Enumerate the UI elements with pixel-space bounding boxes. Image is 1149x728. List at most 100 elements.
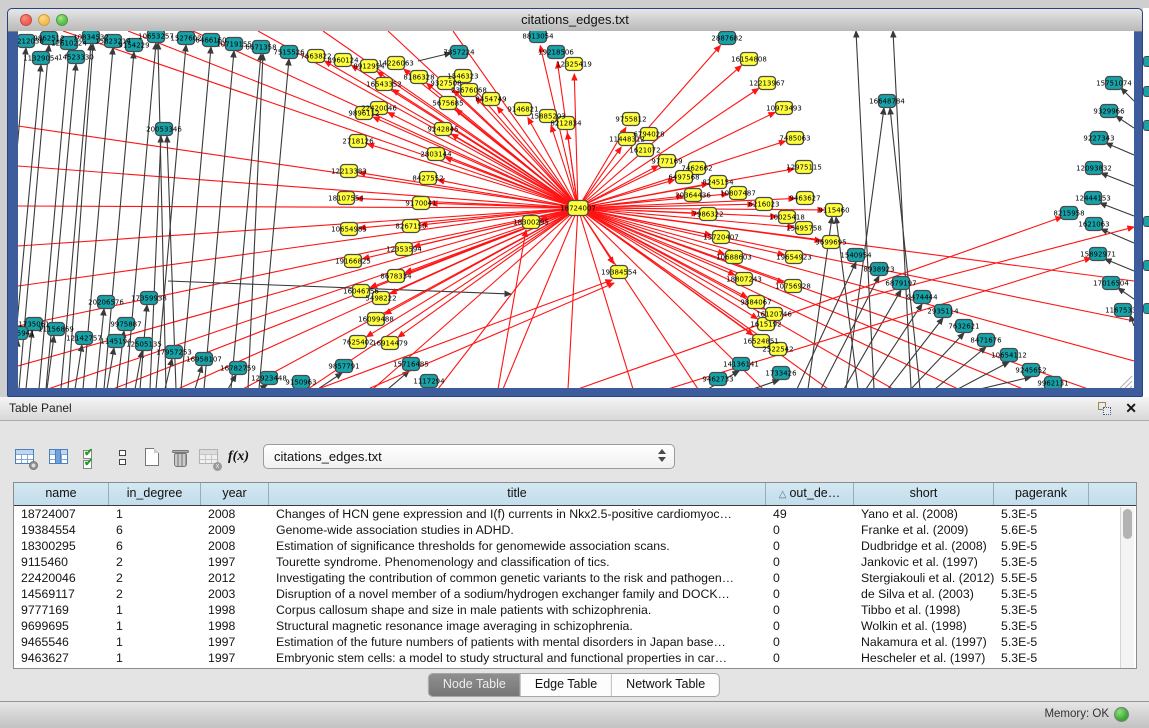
column-header-year[interactable]: year: [201, 483, 269, 505]
graph-node-label: 2887682: [711, 34, 742, 42]
graph-edge[interactable]: [18, 206, 578, 208]
graph-edge[interactable]: [1101, 173, 1134, 186]
graph-node-label: 15720407: [703, 233, 739, 241]
graph-node-label: 7986322: [692, 210, 723, 218]
graph-edge[interactable]: [568, 208, 578, 388]
graph-edge[interactable]: [797, 262, 856, 388]
graph-edge[interactable]: [96, 309, 104, 388]
graph-node-label: 19218506: [538, 48, 574, 56]
table-row[interactable]: 969969511998Structural magnetic resonanc…: [14, 618, 1136, 634]
table-mode-icon[interactable]: [12, 445, 38, 471]
network-window-titlebar[interactable]: citations_edges.txt: [8, 9, 1142, 32]
tab-edge-table[interactable]: Edge Table: [521, 674, 612, 696]
graph-edge[interactable]: [368, 144, 578, 208]
graph-node-label: 9242845: [427, 125, 458, 133]
scrollbar-thumb[interactable]: [1123, 509, 1132, 539]
table-selector-dropdown[interactable]: citations_edges.txt: [263, 444, 675, 469]
table-row[interactable]: 911546021997Tourette syndrome. Phenomeno…: [14, 554, 1136, 570]
table-row[interactable]: 1456911722003Disruption of a novel membe…: [14, 586, 1136, 602]
table-cell: Jankovic et al. (1997): [854, 554, 994, 570]
table-row[interactable]: 2242004622012Investigating the contribut…: [14, 570, 1136, 586]
graph-edge[interactable]: [158, 43, 166, 388]
graph-edge[interactable]: [368, 283, 614, 388]
column-header-in_degree[interactable]: in_degree: [109, 483, 201, 505]
graph-edge[interactable]: [195, 366, 202, 388]
float-panel-icon[interactable]: [1098, 402, 1111, 415]
graph-node-label: 1117294: [413, 377, 445, 385]
graph-node-label: 12093832: [1076, 164, 1112, 172]
table-cell: 2: [109, 554, 201, 570]
graph-node-label: 7625402: [342, 338, 373, 346]
graph-edge[interactable]: [373, 117, 578, 208]
graph-node-label: 9154229: [118, 41, 149, 49]
graph-edge[interactable]: [1106, 143, 1134, 155]
graph-edge[interactable]: [1121, 88, 1134, 101]
graph-edge[interactable]: [1120, 376, 1132, 388]
new-column-icon[interactable]: [140, 445, 166, 471]
table-row[interactable]: 1830029562008Estimation of significance …: [14, 538, 1136, 554]
graph-edge[interactable]: [156, 45, 186, 388]
graph-edge[interactable]: [204, 51, 234, 388]
graph-node-label: 1540954: [840, 251, 872, 259]
graph-edge[interactable]: [578, 208, 1134, 361]
column-selection-icon[interactable]: ✔✔: [80, 445, 106, 471]
table-row[interactable]: 946554611997Estimation of the future num…: [14, 634, 1136, 650]
table-cell: 18300295: [14, 538, 109, 554]
graph-edge[interactable]: [48, 208, 578, 388]
partial-node: [1143, 86, 1149, 97]
partial-node: [1143, 120, 1149, 131]
column-header-out_de[interactable]: △out_de…: [766, 483, 854, 505]
delete-column-icon[interactable]: [168, 445, 194, 471]
graph-edge[interactable]: [856, 31, 874, 388]
table-cell: Changes of HCN gene expression and I(f) …: [269, 506, 766, 522]
table-scrollbar[interactable]: [1120, 507, 1134, 668]
graph-edge[interactable]: [75, 345, 82, 388]
memory-status-icon[interactable]: [1114, 707, 1129, 722]
graph-edge[interactable]: [1118, 288, 1134, 299]
graph-edge[interactable]: [578, 147, 621, 208]
function-builder-icon[interactable]: f(x): [226, 445, 252, 471]
graph-edge[interactable]: [578, 46, 720, 208]
graph-edge[interactable]: [980, 377, 1031, 388]
graph-edge[interactable]: [1130, 386, 1132, 388]
tab-network-table[interactable]: Network Table: [612, 674, 719, 696]
column-header-pagerank[interactable]: pagerank: [994, 483, 1089, 505]
graph-edge[interactable]: [181, 47, 211, 388]
graph-edge[interactable]: [260, 385, 267, 388]
graph-edge[interactable]: [193, 31, 578, 208]
graph-edge[interactable]: [1105, 259, 1134, 271]
graph-edge[interactable]: [851, 227, 1134, 301]
column-visibility-icon[interactable]: [46, 445, 72, 471]
citation-network-graph[interactable]: 1621203898625121261022410834532158232149…: [18, 31, 1134, 388]
column-header-name[interactable]: name: [14, 483, 109, 505]
tab-node-table[interactable]: Node Table: [429, 674, 521, 696]
graph-edge[interactable]: [753, 380, 779, 388]
graph-edge[interactable]: [259, 59, 289, 388]
graph-edge[interactable]: [248, 54, 263, 388]
table-cell: 5.3E-5: [994, 634, 1089, 650]
graph-node-label: 8267150: [395, 222, 426, 230]
graph-edge[interactable]: [1100, 203, 1134, 216]
graph-edge[interactable]: [26, 331, 32, 388]
graph-node-label: 16782759: [220, 364, 256, 372]
graph-edge[interactable]: [1116, 116, 1134, 128]
table-cell: 22420046: [14, 570, 109, 586]
graph-node-label: 8427552: [412, 174, 443, 182]
graph-edge[interactable]: [866, 304, 922, 388]
graph-edge[interactable]: [231, 54, 261, 388]
graph-node-label: 8212834: [550, 119, 582, 127]
graph-node-label: 17359938: [131, 294, 167, 302]
graph-edge[interactable]: [578, 208, 698, 388]
column-header-short[interactable]: short: [854, 483, 994, 505]
table-row[interactable]: 946362711997Embryonic stem cells: a mode…: [14, 650, 1136, 666]
graph-node-label: 14523330: [58, 53, 94, 61]
table-row[interactable]: 1872400712008Changes of HCN gene express…: [14, 506, 1136, 522]
table-row[interactable]: 977716911998Corpus callosum shape and si…: [14, 602, 1136, 618]
table-cell: 2008: [201, 506, 269, 522]
column-header-title[interactable]: title: [269, 483, 766, 505]
graph-edge[interactable]: [18, 208, 578, 286]
close-panel-icon[interactable]: ✕: [1125, 400, 1137, 416]
row-height-icon[interactable]: [110, 445, 136, 471]
table-row[interactable]: 1938455462009Genome-wide association stu…: [14, 522, 1136, 538]
network-canvas[interactable]: 1621203898625121261022410834532158232149…: [18, 31, 1134, 388]
